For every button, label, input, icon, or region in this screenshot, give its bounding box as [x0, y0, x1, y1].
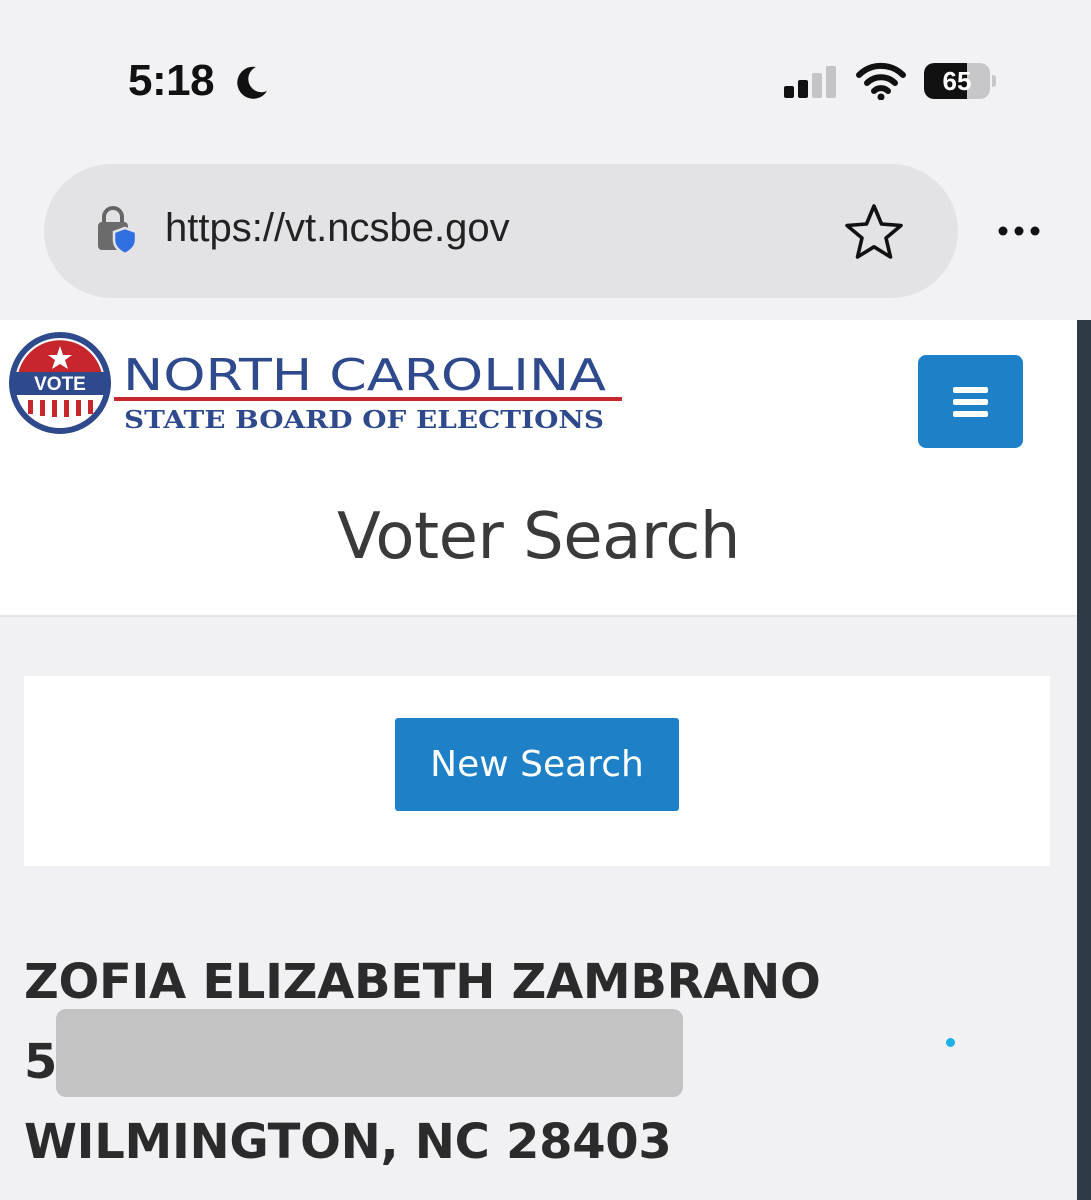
scrollbar[interactable] [1077, 320, 1091, 1200]
star-bookmark-icon[interactable] [843, 202, 905, 262]
redaction-block [56, 1009, 683, 1097]
wifi-icon [856, 62, 906, 100]
url-text[interactable]: https://vt.ncsbe.gov [165, 206, 510, 251]
voter-city-state-zip: WILMINGTON, NC 28403 [24, 1114, 672, 1170]
menu-toggle-button[interactable] [918, 355, 1023, 448]
logo-subtitle-text: STATE BOARD OF ELECTIONS [124, 405, 604, 434]
cellular-signal-icon [784, 66, 836, 98]
indicator-dot [946, 1038, 955, 1047]
moon-icon [237, 66, 267, 99]
ncsbe-logo[interactable]: VOTE NORTH CAROLINA STATE BOARD OF ELECT… [8, 330, 628, 440]
page-title: Voter Search [337, 500, 740, 574]
lock-shield-icon[interactable] [94, 206, 138, 256]
battery-icon: 65 [924, 63, 996, 99]
logo-title-text: NORTH CAROLINA [123, 350, 606, 401]
logo-vote-text: VOTE [34, 374, 86, 395]
new-search-button[interactable]: New Search [395, 718, 679, 811]
battery-level: 65 [942, 66, 972, 96]
more-menu-icon[interactable] [994, 222, 1044, 240]
status-time: 5:18 [128, 56, 215, 105]
hamburger-icon [953, 387, 988, 393]
